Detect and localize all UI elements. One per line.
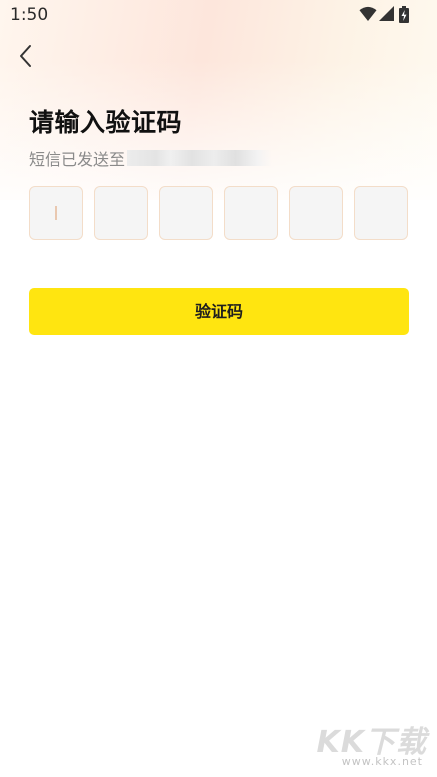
code-digit-box-3[interactable] xyxy=(159,186,213,240)
sms-sent-line: 短信已发送至 xyxy=(29,147,273,169)
watermark: KK下载 www.kkx.net xyxy=(311,717,431,773)
back-button[interactable] xyxy=(14,40,44,72)
verification-code-inputs xyxy=(29,186,409,241)
verify-button[interactable]: 验证码 xyxy=(29,288,409,335)
code-digit-box-2[interactable] xyxy=(94,186,148,240)
code-digit-box-5[interactable] xyxy=(289,186,343,240)
signal-icon xyxy=(379,6,394,21)
input-caret xyxy=(55,206,57,220)
status-time: 1:50 xyxy=(10,5,49,25)
code-digit-box-4[interactable] xyxy=(224,186,278,240)
sms-sent-label: 短信已发送至 xyxy=(29,150,126,169)
chevron-left-icon xyxy=(20,45,31,67)
status-bar: 1:50 xyxy=(0,0,437,30)
battery-charging-icon xyxy=(399,6,409,23)
watermark-url: www.kkx.net xyxy=(341,755,423,768)
page-title: 请输入验证码 xyxy=(29,108,183,137)
masked-phone-number xyxy=(127,150,273,166)
code-digit-box-6[interactable] xyxy=(354,186,408,240)
wifi-icon xyxy=(359,6,377,21)
